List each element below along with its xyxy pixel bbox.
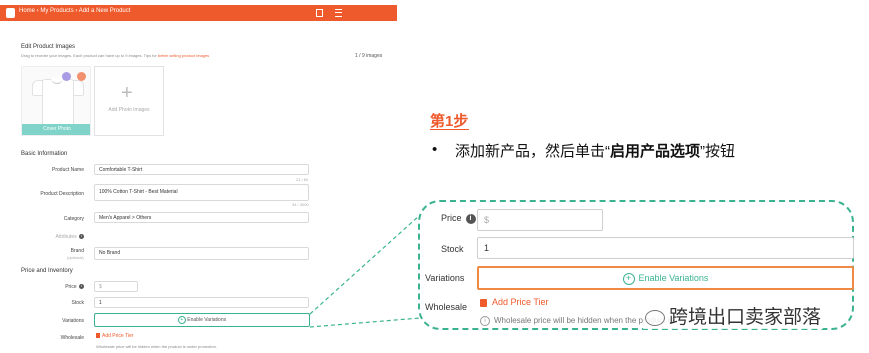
cover-photo[interactable]: Cover Photo xyxy=(21,66,91,136)
category-select[interactable]: Men's Apparel > Others xyxy=(94,212,309,223)
wechat-icon xyxy=(645,309,665,326)
breadcrumb-products[interactable]: My Products xyxy=(40,8,73,14)
product-name-field[interactable]: Comfortable T-Shirt xyxy=(94,164,309,175)
zoom-stock-input[interactable]: 1 xyxy=(477,237,854,259)
seller-centre-screenshot: Home › My Products › Add a New Product E… xyxy=(0,0,397,353)
zoom-price-label: Price i xyxy=(441,213,476,224)
images-count: 1 / 9 images xyxy=(355,53,383,59)
product-name-count: 21 / 60 xyxy=(296,177,309,182)
product-name-label: Product Name xyxy=(52,167,84,173)
wholesale-label: Wholesale xyxy=(60,335,84,341)
cover-photo-label: Cover Photo xyxy=(22,124,90,135)
wholesale-note: Wholesale price will be hidden when the … xyxy=(96,344,217,349)
breadcrumb-current: Add a New Product xyxy=(78,8,131,14)
zoom-stock-label: Stock xyxy=(441,244,464,254)
product-description-count: 34 / 3000 xyxy=(292,202,309,207)
category-label: Category xyxy=(63,216,84,222)
zoom-price-input[interactable]: $ xyxy=(477,209,603,231)
zoom-plus-circle-icon: + xyxy=(622,272,635,285)
add-price-tier-link[interactable]: Add Price Tier xyxy=(96,333,133,339)
plus-circle-icon: + xyxy=(177,315,186,324)
zoom-info-icon: i xyxy=(465,213,476,224)
menu-icon[interactable] xyxy=(335,9,342,17)
images-hint: Drag to reorder your images. Each produc… xyxy=(21,53,210,58)
enable-variations-button[interactable]: + Enable Variations xyxy=(94,313,310,327)
brand-label: Brand xyxy=(70,248,84,254)
images-section-title: Edit Product Images xyxy=(21,44,76,50)
shop-logo-icon xyxy=(6,8,15,18)
stock-label: Stock xyxy=(71,300,84,306)
step-description: 添加新产品，然后单击“启用产品选项”按钮 xyxy=(455,143,736,160)
zoom-note-info-icon: i xyxy=(480,316,490,326)
price-tier-icon xyxy=(96,333,100,339)
product-description-field[interactable]: 100% Cotton T-Shirt - Best Material xyxy=(94,184,309,201)
add-photo-button[interactable]: + Add Photo Images xyxy=(94,66,164,136)
add-photo-label: Add Photo Images xyxy=(108,107,150,113)
bullet: • xyxy=(432,141,438,158)
watermark: 跨境出口卖家部落 xyxy=(643,302,824,329)
price-section-title: Price and Inventory xyxy=(21,268,73,274)
brand-optional: (optional) xyxy=(67,255,84,260)
breadcrumb-home[interactable]: Home xyxy=(19,8,35,14)
zoom-enable-variations-button[interactable]: + Enable Variations xyxy=(477,266,854,290)
notification-icon[interactable] xyxy=(316,9,323,17)
stock-input[interactable]: 1 xyxy=(94,297,309,308)
zoom-wholesale-label: Wholesale xyxy=(425,302,468,312)
crop-icon[interactable] xyxy=(62,72,71,81)
zoom-price-tier-icon xyxy=(480,298,487,307)
variations-label: Variations xyxy=(62,318,84,324)
price-input[interactable]: $ xyxy=(94,281,138,292)
zoom-variations-label: Variations xyxy=(425,273,465,283)
product-description-label: Product Description xyxy=(40,191,84,197)
zoom-add-price-tier-link[interactable]: Add Price Tier xyxy=(480,297,549,307)
attributes-label: Attributes i xyxy=(0,234,84,240)
step-underline xyxy=(430,129,469,130)
plus-icon: + xyxy=(121,82,133,104)
delete-icon[interactable] xyxy=(77,72,86,81)
brand-field[interactable]: No Brand xyxy=(94,247,309,260)
basic-section-title: Basic Information xyxy=(21,151,68,157)
price-info-icon: i xyxy=(79,284,84,290)
info-icon: i xyxy=(79,234,84,240)
images-hint-link[interactable]: better selling product images xyxy=(158,53,209,58)
price-label: Price i xyxy=(0,284,84,290)
step-title: 第1步 xyxy=(430,113,469,130)
top-bar: Home › My Products › Add a New Product xyxy=(0,5,397,21)
breadcrumb: Home › My Products › Add a New Product xyxy=(19,8,131,14)
